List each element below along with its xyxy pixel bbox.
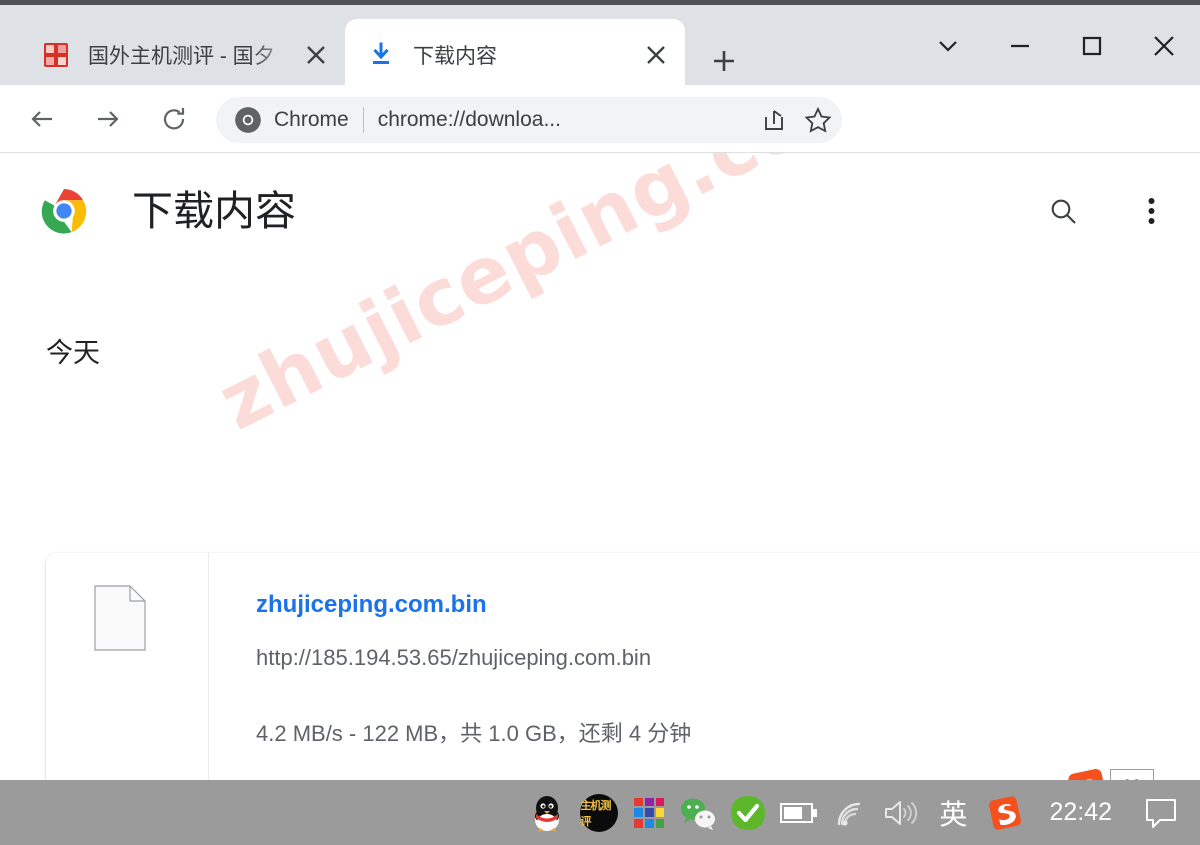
window-controls xyxy=(912,10,1200,82)
browser-tab-active[interactable]: 下载内容 xyxy=(345,19,685,90)
downloads-day-label: 今天 xyxy=(46,338,100,368)
omnibox-chrome-label: Chrome xyxy=(274,108,349,131)
color-grid-icon[interactable] xyxy=(625,780,673,845)
download-status-text: 4.2 MB/s - 122 MB，共 1.0 GB，还剩 4 分钟 xyxy=(256,721,692,746)
site-black-icon[interactable]: 主机测评 xyxy=(573,780,625,845)
address-bar[interactable]: Chrome chrome://downloa... xyxy=(216,97,842,143)
windows-taskbar: 主机测评 英 22:42 xyxy=(0,780,1200,845)
taskbar-ime-label: 英 xyxy=(939,798,968,830)
back-arrow-icon[interactable] xyxy=(14,85,70,153)
downloads-page: zhujiceping.com 下载内容 今天 zhujiceping.com.… xyxy=(0,153,1200,780)
forward-arrow-icon[interactable] xyxy=(80,85,136,153)
omnibox-divider xyxy=(362,107,364,133)
download-arrow-icon xyxy=(367,41,395,69)
sogou-ime-floating-indicator[interactable]: 英 xyxy=(1062,767,1154,780)
new-tab-button[interactable] xyxy=(700,37,748,85)
qq-icon[interactable] xyxy=(521,780,573,845)
downloads-more-menu-icon[interactable] xyxy=(1128,189,1174,233)
file-icon xyxy=(94,585,146,651)
ime-mode-label[interactable]: 英 xyxy=(1110,769,1154,780)
notification-icon[interactable] xyxy=(1130,780,1192,845)
card-divider xyxy=(208,553,209,780)
page-title: 下载内容 xyxy=(132,188,296,234)
sogou-icon[interactable] xyxy=(979,780,1031,845)
volume-icon[interactable] xyxy=(875,780,927,845)
share-icon[interactable] xyxy=(754,100,794,140)
site-favicon-icon xyxy=(42,41,70,69)
search-icon[interactable] xyxy=(1038,189,1088,233)
taskbar-tray: 主机测评 英 22:42 xyxy=(521,780,1192,845)
chrome-logo-icon: Chrome xyxy=(234,106,349,134)
wifi-icon[interactable] xyxy=(825,780,875,845)
downloads-header: 下载内容 xyxy=(0,153,1200,269)
maximize-button[interactable] xyxy=(1056,10,1128,82)
download-item-card: zhujiceping.com.bin http://185.194.53.65… xyxy=(46,553,1200,780)
minimize-button[interactable] xyxy=(984,10,1056,82)
battery-icon[interactable] xyxy=(773,780,825,845)
security-check-icon[interactable] xyxy=(723,780,773,845)
tab-strip: 国外主机测评 - 国夕 下载内容 xyxy=(0,5,1200,90)
tab-title: 国外主机测评 - 国夕 xyxy=(88,44,275,68)
browser-tab-inactive[interactable]: 国外主机测评 - 国夕 xyxy=(20,19,345,90)
omnibox-url-text[interactable]: chrome://downloa... xyxy=(378,108,754,132)
ime-icon[interactable]: 英 xyxy=(927,780,979,845)
download-file-name[interactable]: zhujiceping.com.bin xyxy=(256,591,487,619)
wechat-icon[interactable] xyxy=(673,780,723,845)
chrome-logo-icon xyxy=(40,187,88,235)
tab-close-icon[interactable] xyxy=(639,38,673,72)
tab-close-icon[interactable] xyxy=(299,38,333,72)
site-badge-text: 主机测评 xyxy=(580,799,611,828)
reload-icon[interactable] xyxy=(146,85,202,153)
bookmark-star-icon[interactable] xyxy=(798,100,838,140)
sogou-logo-icon xyxy=(1062,767,1114,780)
download-source-url: http://185.194.53.65/zhujiceping.com.bin xyxy=(256,645,652,670)
tab-title: 下载内容 xyxy=(413,44,497,68)
tab-search-chevron-down-icon[interactable] xyxy=(912,10,984,82)
close-button[interactable] xyxy=(1128,10,1200,82)
taskbar-clock[interactable]: 22:42 xyxy=(1031,780,1130,845)
browser-toolbar: Chrome chrome://downloa... xyxy=(0,85,1200,229)
browser-window: 国外主机测评 - 国夕 下载内容 Chrome chrome://downloa… xyxy=(0,0,1200,845)
